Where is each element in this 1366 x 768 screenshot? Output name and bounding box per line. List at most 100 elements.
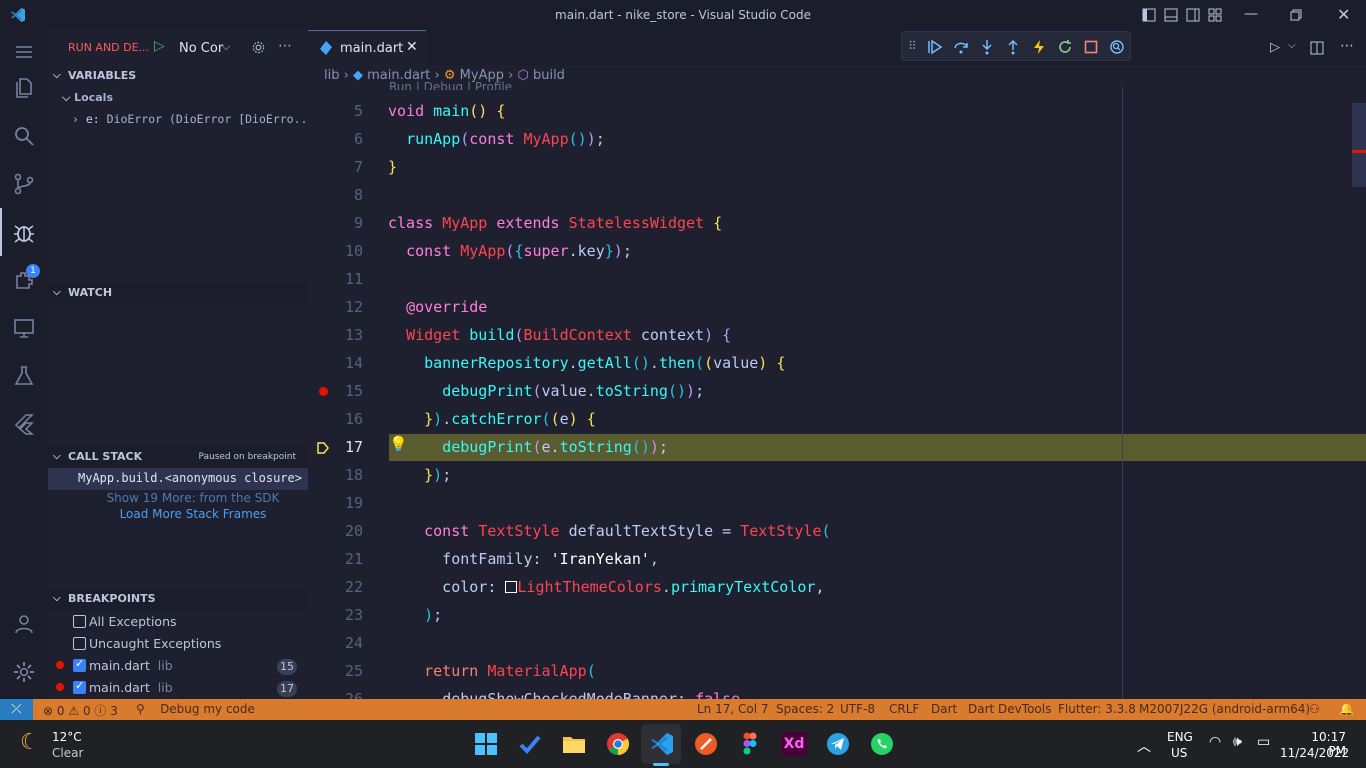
locals-scope[interactable]: ⌵ Locals <box>62 91 113 105</box>
cursor-position[interactable]: Ln 17, Col 7 <box>697 702 769 716</box>
file-explorer-icon[interactable] <box>561 732 587 756</box>
language-mode[interactable]: Dart <box>931 702 957 716</box>
figma-icon[interactable] <box>737 732 763 756</box>
wifi-icon[interactable]: ◠ <box>1209 734 1221 750</box>
load-more-frames-link[interactable]: Load More Stack Frames <box>48 507 338 521</box>
watch-header[interactable]: ⌵ WATCH <box>48 282 308 304</box>
run-icon[interactable]: ▷ <box>1270 40 1280 55</box>
breakpoint-item[interactable]: main.dart lib <box>89 658 173 673</box>
breakpoint-checkbox[interactable]: ✓ <box>73 679 86 694</box>
step-over-icon[interactable] <box>953 39 969 55</box>
color-swatch[interactable] <box>505 581 518 593</box>
close-icon[interactable]: ✕ <box>406 39 418 55</box>
chevron-down-icon[interactable]: ⌵ <box>222 40 230 54</box>
remote-icon[interactable]: ⤫ <box>0 699 33 720</box>
uncaught-exceptions-checkbox[interactable] <box>73 637 86 650</box>
debug-config-select[interactable]: No Cor <box>179 41 223 56</box>
dart-devtools-status[interactable]: Dart DevTools <box>968 702 1051 716</box>
drag-handle-icon[interactable]: ⠿ <box>908 39 924 55</box>
breakpoint-item[interactable]: main.dart lib <box>89 680 173 695</box>
debug-status[interactable]: ⚲ Debug my code <box>136 702 255 716</box>
tab-label: main.dart <box>340 41 404 56</box>
telegram-icon[interactable] <box>825 732 851 756</box>
toggle-sidebar-icon[interactable] <box>1142 8 1156 22</box>
source-control-icon[interactable] <box>12 172 36 196</box>
postman-icon[interactable] <box>693 732 719 756</box>
indentation-status[interactable]: Spaces: 2 <box>776 702 834 716</box>
code-line: class MyApp extends StatelessWidget { <box>388 214 723 232</box>
input-language[interactable]: ENG <box>1167 730 1193 744</box>
status-bar: ⤫ ⊗ 0 ⚠ 0 ⓘ 3 ⚲ Debug my code Ln 17, Col… <box>0 699 1366 720</box>
gear-icon[interactable] <box>251 40 266 55</box>
stop-icon[interactable] <box>1083 39 1099 55</box>
breadcrumb-lib[interactable]: lib <box>324 68 339 83</box>
extensions-icon[interactable] <box>12 268 36 292</box>
notifications-icon[interactable]: 🔔 <box>1339 702 1354 716</box>
step-into-icon[interactable] <box>979 39 995 55</box>
search-icon[interactable] <box>12 124 36 148</box>
restore-icon[interactable] <box>1290 9 1302 21</box>
minimize-icon[interactable]: — <box>1244 6 1258 22</box>
chevron-up-icon[interactable]: ︿ <box>1137 736 1151 756</box>
menu-icon[interactable] <box>12 40 36 64</box>
tab-main-dart[interactable]: main.dart ✕ <box>308 30 426 65</box>
eol-status[interactable]: CRLF <box>889 702 919 716</box>
more-actions-icon[interactable]: ⋯ <box>1340 38 1354 54</box>
line-number: 14 <box>344 354 363 372</box>
step-out-icon[interactable] <box>1005 39 1021 55</box>
dart-file-icon: ◆ <box>352 68 363 83</box>
show-more-frames[interactable]: Show 19 More: from the SDK <box>48 491 338 505</box>
breakpoint-checkbox[interactable]: ✓ <box>73 657 86 672</box>
todo-app-icon[interactable] <box>517 732 543 756</box>
manage-gear-icon[interactable] <box>12 660 36 684</box>
close-icon[interactable]: ✕ <box>1337 5 1350 24</box>
remote-explorer-icon[interactable] <box>12 316 36 340</box>
devtools-icon[interactable] <box>1109 39 1125 55</box>
restart-icon[interactable] <box>1057 39 1073 55</box>
toggle-panel-icon[interactable] <box>1164 8 1178 22</box>
breakpoint-dot-icon[interactable] <box>319 387 328 396</box>
continue-icon[interactable] <box>927 39 943 55</box>
adobe-xd-icon[interactable]: Xd <box>781 732 807 756</box>
volume-icon[interactable]: 🕪 <box>1233 734 1242 750</box>
line-number: 12 <box>344 298 363 316</box>
start-debugging-icon[interactable]: ▷ <box>154 38 165 54</box>
encoding-status[interactable]: UTF-8 <box>840 702 875 716</box>
toggle-secondary-sidebar-icon[interactable] <box>1186 8 1200 22</box>
callstack-header[interactable]: ⌵ CALL STACK Paused on breakpoint <box>48 446 308 468</box>
more-actions-icon[interactable]: ⋯ <box>278 38 292 54</box>
line-number: 13 <box>344 326 363 344</box>
device-selector[interactable]: M2007J22G (android-arm64) <box>1139 702 1310 716</box>
run-debug-icon[interactable] <box>12 220 36 244</box>
codelens[interactable]: Run | Debug | Profile <box>389 80 512 90</box>
scrollbar-thumb[interactable] <box>1352 103 1366 187</box>
windows-start-icon[interactable] <box>473 732 499 756</box>
stack-frame-row[interactable]: MyApp.build.<anonymous closure> <box>48 468 308 490</box>
variable-item[interactable]: › e: DioError (DioError [DioErro... <box>72 112 308 126</box>
feedback-icon[interactable]: ⚇ <box>1309 702 1320 716</box>
code-line: }); <box>424 466 452 484</box>
variables-header[interactable]: ⌵ VARIABLES <box>48 65 308 87</box>
active-indicator <box>0 208 2 256</box>
weather-temp[interactable]: 12°C <box>52 730 82 744</box>
problems-status[interactable]: ⊗ 0 ⚠ 0 ⓘ 3 <box>43 702 118 719</box>
hot-reload-icon[interactable] <box>1031 39 1047 55</box>
line-number: 16 <box>344 410 363 428</box>
customize-layout-icon[interactable] <box>1208 8 1222 22</box>
testing-icon[interactable] <box>12 364 36 388</box>
whatsapp-icon[interactable] <box>869 732 895 756</box>
breakpoints-header[interactable]: ⌵ BREAKPOINTS <box>48 588 308 610</box>
vscode-taskbar-icon[interactable] <box>649 732 675 756</box>
explorer-icon[interactable] <box>12 76 36 100</box>
all-exceptions-checkbox[interactable] <box>73 615 86 628</box>
split-editor-icon[interactable] <box>1310 41 1324 55</box>
chevron-down-icon[interactable]: ⌵ <box>1288 40 1296 51</box>
flutter-icon[interactable] <box>12 412 36 436</box>
watch-header-label: WATCH <box>68 286 113 299</box>
battery-icon[interactable]: ▭ <box>1257 734 1270 750</box>
paused-breakpoint-icon[interactable] <box>317 442 329 454</box>
account-icon[interactable] <box>12 612 36 636</box>
chrome-icon[interactable] <box>605 732 631 756</box>
breadcrumb-method[interactable]: build <box>533 68 565 83</box>
flutter-version[interactable]: Flutter: 3.3.8 <box>1058 702 1136 716</box>
